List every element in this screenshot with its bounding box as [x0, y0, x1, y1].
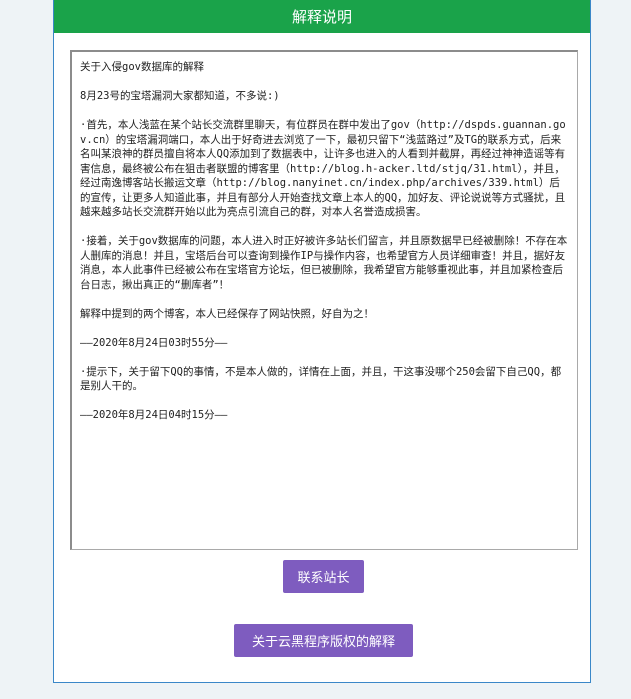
timestamp-1: ——2020年8月24日03时55分—— — [80, 336, 228, 349]
copyright-explanation-button[interactable]: 关于云黑程序版权的解释 — [234, 624, 413, 657]
textarea-content: 关于入侵gov数据库的解释 8月23号的宝塔漏洞大家都知道，不多说:) ·首先，… — [72, 52, 577, 423]
paragraph-first: ·首先，本人浅蓝在某个站长交流群里聊天，有位群员在群中发出了gov（http:/… — [80, 119, 566, 218]
paragraph-intro: 8月23号的宝塔漏洞大家都知道，不多说:) — [80, 90, 280, 102]
contact-admin-button[interactable]: 联系站长 — [283, 560, 364, 593]
explanation-textarea[interactable]: 关于入侵gov数据库的解释 8月23号的宝塔漏洞大家都知道，不多说:) ·首先，… — [70, 50, 578, 550]
explanation-panel: 解释说明 关于入侵gov数据库的解释 8月23号的宝塔漏洞大家都知道，不多说:)… — [53, 0, 591, 683]
timestamp-2: ——2020年8月24日04时15分—— — [80, 409, 228, 421]
paragraph-blogs: 解释中提到的两个博客，本人已经保存了网站快照，好自为之！ — [80, 307, 374, 320]
paragraph-title: 关于入侵gov数据库的解释 — [80, 61, 204, 73]
paragraph-tip: ·提示下，关于留下QQ的事情，不是本人做的，详情在上面，并且，干这事没哪个250… — [80, 365, 562, 393]
paragraph-second: ·接着，关于gov数据库的问题，本人进入时正好被许多站长们留言，并且原数据早已经… — [80, 235, 568, 291]
panel-title: 解释说明 — [54, 0, 590, 33]
